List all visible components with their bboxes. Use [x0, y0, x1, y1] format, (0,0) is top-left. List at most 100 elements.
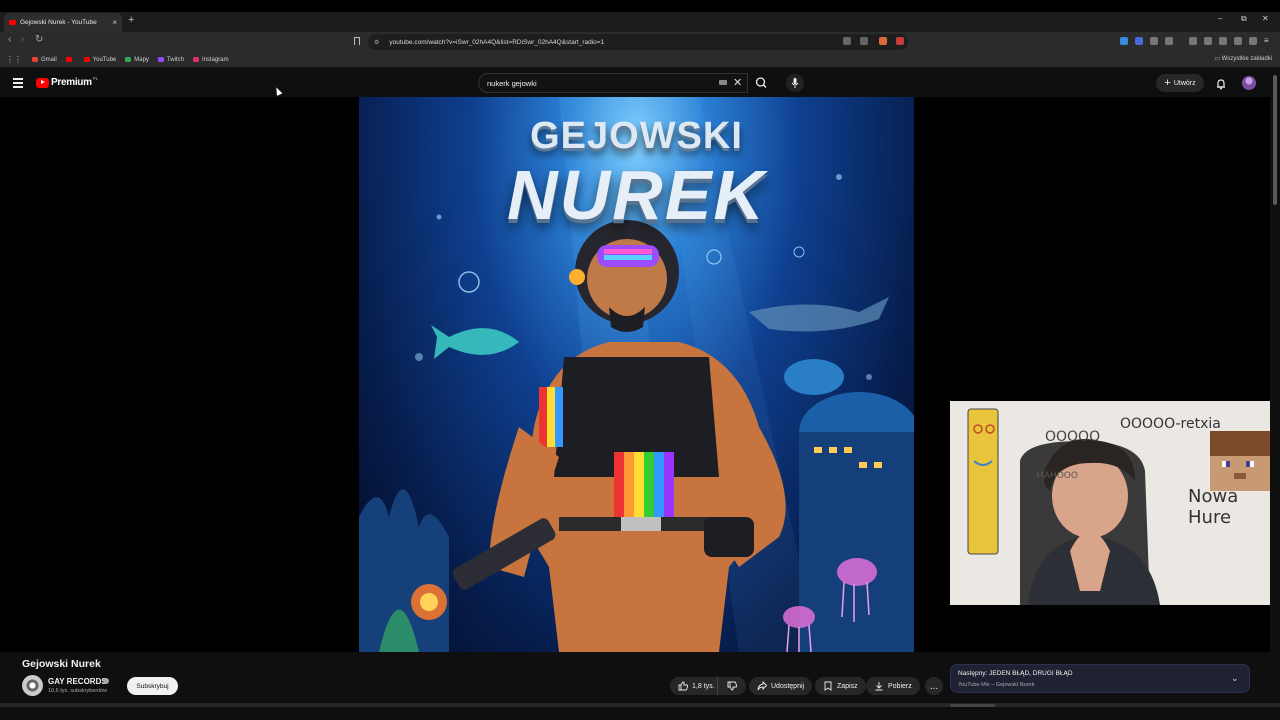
artwork-title-line2: NUREK: [507, 156, 766, 234]
youtube-icon: [65, 57, 72, 62]
search-input[interactable]: nukerk gejowki: [478, 73, 748, 93]
address-bar[interactable]: ⚙ youtube.com/watch?v=iSwr_02hA4Q&list=R…: [368, 34, 908, 50]
browser-menu-icon[interactable]: ≡: [1264, 36, 1269, 45]
next-up-panel[interactable]: [950, 664, 1250, 693]
logo-region: PL: [92, 76, 99, 81]
youtube-play-icon: [36, 77, 49, 88]
more-actions-button[interactable]: ...: [925, 677, 943, 695]
new-tab-button[interactable]: +: [128, 14, 134, 26]
close-window-icon[interactable]: ✕: [1262, 14, 1269, 23]
search-button[interactable]: [748, 73, 775, 93]
keyboard-icon[interactable]: [719, 80, 727, 85]
video-title: Gejowski Nurek: [22, 658, 101, 670]
like-button[interactable]: 1,8 tys.: [670, 677, 718, 695]
youtube-icon: [83, 57, 90, 62]
bookmark-label: YouTube: [92, 56, 117, 63]
all-bookmarks-label: Wszystkie zakładki: [1221, 56, 1272, 62]
next-up-title: Następny: JEDEN BŁĄD, DRUGI BŁĄD: [958, 670, 1073, 677]
notifications-button[interactable]: [1215, 77, 1227, 95]
share-button[interactable]: Udostępnij: [749, 677, 813, 695]
sidebar-icon[interactable]: [1204, 37, 1212, 45]
bottom-divider: [0, 703, 1280, 707]
bookmark-youtube[interactable]: YouTube: [83, 56, 117, 63]
restore-icon[interactable]: ⧉: [1241, 14, 1247, 24]
create-button[interactable]: + Utwórz: [1156, 74, 1204, 92]
download-button[interactable]: Pobierz: [866, 677, 920, 695]
next-up-subtitle: YouTube Mix – Gejowski Nurek: [958, 682, 1035, 688]
apps-grid-icon[interactable]: ⋮⋮: [6, 55, 22, 64]
bookmark-label: Twitch: [166, 56, 184, 63]
media-icon[interactable]: [1189, 37, 1197, 45]
forward-icon[interactable]: ›: [21, 34, 24, 45]
whiteboard-text: OOOOO-retxia: [1120, 416, 1221, 432]
bell-icon: [1217, 79, 1225, 90]
tab-bar: Gejowski Nurek - YouTube ×: [0, 12, 1280, 32]
subscribe-button[interactable]: Subskrybuj: [127, 677, 178, 695]
extension-icon[interactable]: [1150, 37, 1158, 45]
browser-tab[interactable]: Gejowski Nurek - YouTube ×: [4, 13, 122, 32]
account-avatar[interactable]: [1242, 76, 1256, 90]
instagram-icon: [192, 57, 199, 62]
share-label: Udostępnij: [771, 682, 805, 690]
guide-menu-icon[interactable]: [13, 78, 23, 90]
extension-icon[interactable]: [1135, 37, 1143, 45]
voice-search-button[interactable]: [786, 74, 804, 92]
tab-close-icon[interactable]: ×: [112, 18, 117, 27]
search-value: nukerk gejowki: [487, 78, 537, 88]
bookmark-mapy[interactable]: Mapy: [125, 57, 149, 63]
verified-icon: [103, 678, 109, 684]
search-icon: [755, 77, 767, 88]
create-label: Utwórz: [1173, 79, 1196, 87]
channel-name[interactable]: GAY RECORDS: [48, 677, 107, 686]
bookmark-label: Gmail: [41, 56, 57, 63]
video-frame[interactable]: GEJOWSKI NUREK: [359, 97, 914, 652]
clear-search-icon[interactable]: ✕: [733, 76, 742, 89]
extension-icon[interactable]: [1219, 37, 1227, 45]
extension-icon[interactable]: [1165, 37, 1173, 45]
extension-icon[interactable]: [896, 37, 904, 45]
back-icon[interactable]: ‹: [8, 34, 11, 45]
thumbs-up-icon: [678, 681, 688, 691]
webcam-overlay: OOOOO-retxia OOOOO Nowa Hure MAHOOO: [950, 401, 1280, 605]
download-label: Pobierz: [888, 682, 912, 690]
bookmark-gmail[interactable]: Gmail: [32, 57, 57, 63]
bookmark-label: Mapy: [134, 56, 149, 63]
site-info-icon[interactable]: ⚙: [374, 39, 379, 46]
bookmark-twitch[interactable]: Twitch: [157, 56, 184, 63]
twitch-icon: [157, 57, 164, 62]
profile-icon[interactable]: [1249, 37, 1257, 45]
minimize-icon[interactable]: –: [1218, 14, 1222, 23]
scrollbar-thumb[interactable]: [1273, 75, 1277, 205]
extension-icon[interactable]: [1234, 37, 1242, 45]
more-label: ...: [929, 680, 939, 692]
window-top-strip: [0, 0, 1280, 12]
whiteboard-text: Nowa Hure: [1188, 486, 1239, 528]
microphone-icon: [791, 78, 799, 88]
chip-placeholder: [950, 704, 995, 707]
whiteboard-text: MAHOOO: [1036, 471, 1078, 481]
dislike-button[interactable]: [718, 677, 746, 695]
all-bookmarks-button[interactable]: ▭ Wszystkie zakładki: [1214, 55, 1272, 62]
url-text: youtube.com/watch?v=iSwr_02hA4Q&list=RDi…: [389, 38, 605, 46]
logo-text: Premium: [51, 77, 92, 88]
bookmark-youtube-icon-only[interactable]: [65, 57, 75, 62]
share-icon: [757, 681, 767, 691]
bookmark-page-icon[interactable]: [354, 37, 360, 45]
save-button[interactable]: Zapisz: [815, 677, 866, 695]
artwork-title-line1: GEJOWSKI: [530, 115, 743, 157]
youtube-premium-logo[interactable]: Premium PL: [36, 76, 99, 88]
tab-title: Gejowski Nurek - YouTube: [20, 19, 97, 26]
extension-icon[interactable]: [1120, 37, 1128, 45]
youtube-favicon-icon: [9, 20, 16, 25]
reload-icon[interactable]: ↻: [35, 34, 43, 45]
bookmark-instagram[interactable]: Instagram: [192, 56, 229, 63]
extension-icon[interactable]: [879, 37, 887, 45]
like-count: 1,8 tys.: [692, 682, 715, 690]
chevron-down-icon[interactable]: ⌄: [1231, 673, 1239, 684]
download-icon: [875, 682, 883, 691]
channel-avatar[interactable]: [22, 675, 43, 696]
bookmark-label: Instagram: [201, 56, 229, 63]
screen-icon[interactable]: [843, 37, 851, 45]
share-page-icon[interactable]: [860, 37, 868, 45]
like-dislike-group: 1,8 tys.: [670, 677, 746, 695]
